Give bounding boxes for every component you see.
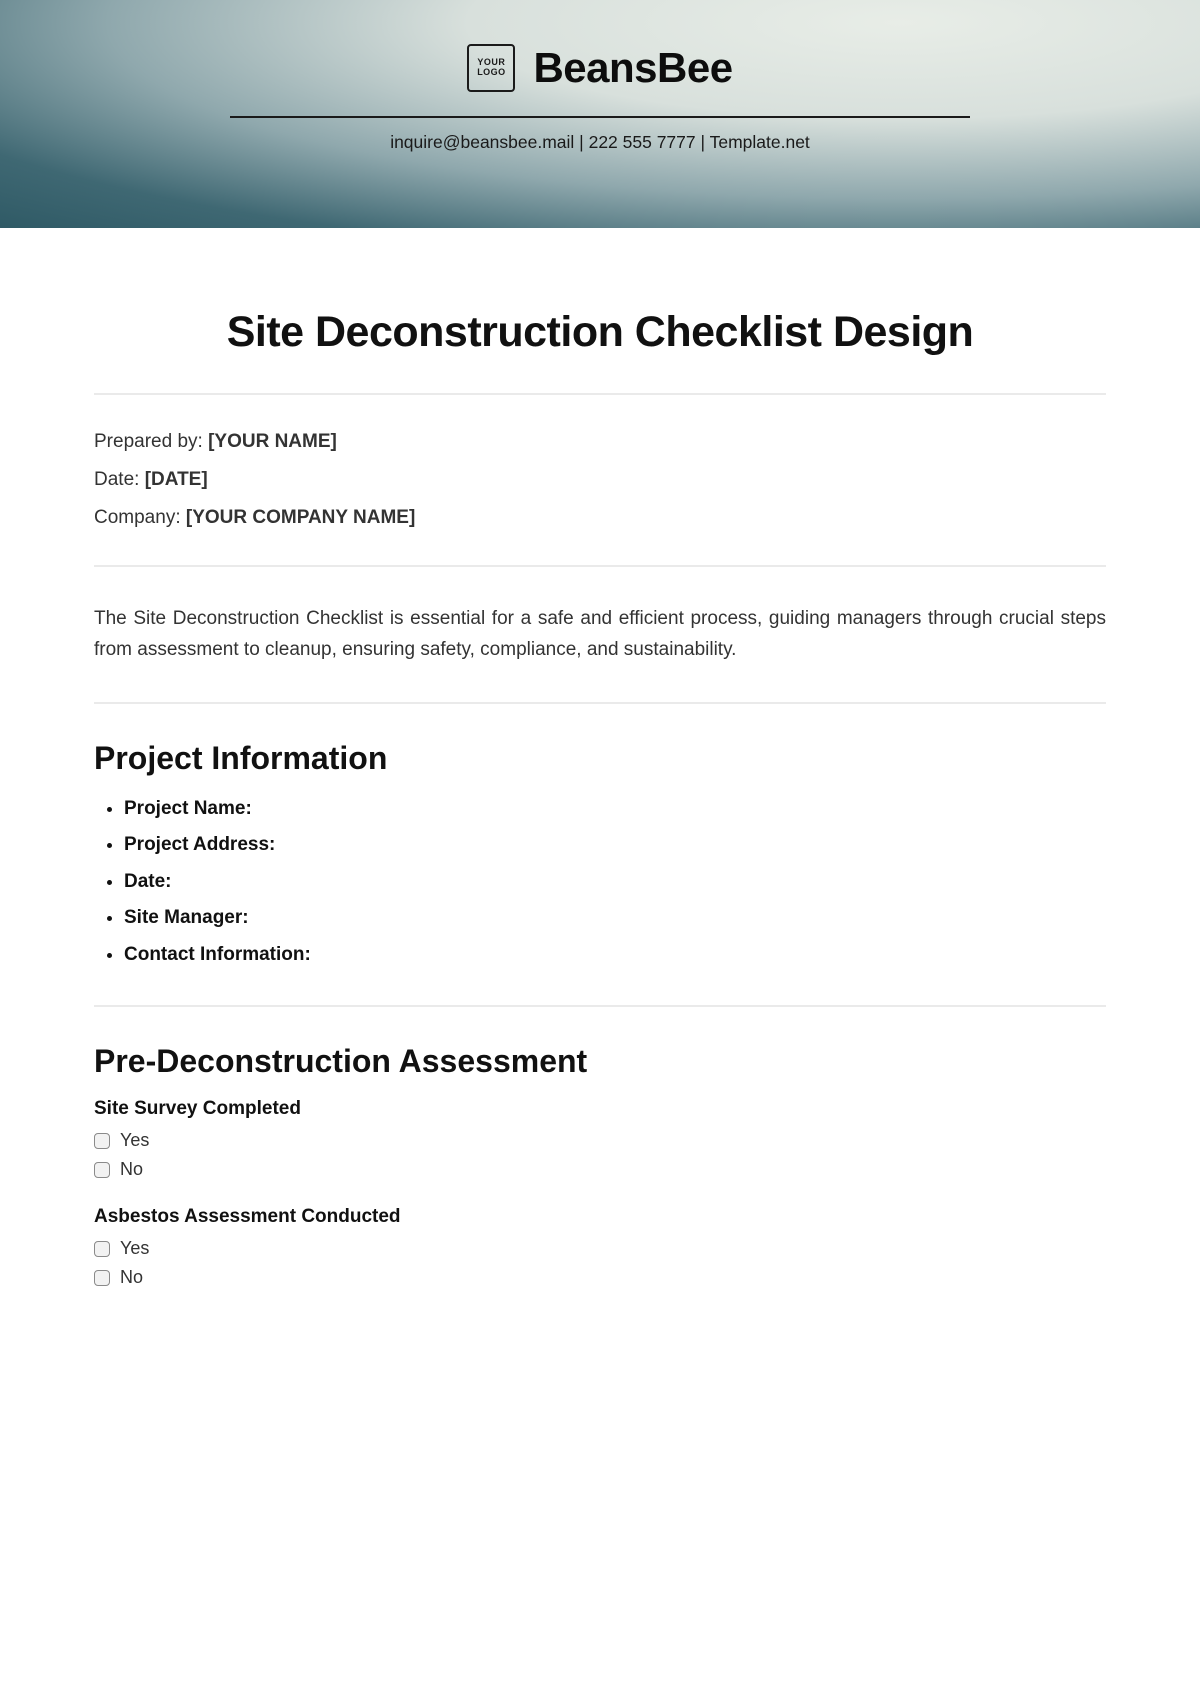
date-value: [DATE] bbox=[145, 469, 208, 490]
check-label: No bbox=[120, 1267, 143, 1288]
intro-paragraph: The Site Deconstruction Checklist is ess… bbox=[94, 603, 1106, 666]
checkbox-icon[interactable] bbox=[94, 1241, 110, 1257]
document-content: Site Deconstruction Checklist Design Pre… bbox=[0, 228, 1200, 1354]
list-item: Project Address: bbox=[124, 831, 1106, 860]
date-label: Date: bbox=[94, 469, 145, 490]
brand-name: BeansBee bbox=[533, 44, 732, 92]
check-row: No bbox=[94, 1159, 1106, 1180]
pre-assessment-heading: Pre-Deconstruction Assessment bbox=[94, 1043, 1106, 1080]
divider bbox=[94, 1005, 1106, 1007]
header-divider bbox=[230, 116, 970, 118]
checkbox-icon[interactable] bbox=[94, 1133, 110, 1149]
prepared-by-label: Prepared by: bbox=[94, 431, 208, 452]
project-info-heading: Project Information bbox=[94, 740, 1106, 777]
logo-line2: LOGO bbox=[477, 68, 506, 78]
prepared-by-line: Prepared by: [YOUR NAME] bbox=[94, 431, 1106, 453]
check-group-site-survey: Site Survey Completed Yes No bbox=[94, 1098, 1106, 1180]
divider bbox=[94, 565, 1106, 567]
checkbox-icon[interactable] bbox=[94, 1270, 110, 1286]
company-label: Company: bbox=[94, 507, 186, 528]
list-item: Site Manager: bbox=[124, 904, 1106, 933]
logo-row: YOUR LOGO BeansBee bbox=[0, 44, 1200, 92]
document-title: Site Deconstruction Checklist Design bbox=[94, 308, 1106, 357]
logo-placeholder: YOUR LOGO bbox=[467, 44, 515, 92]
divider bbox=[94, 393, 1106, 395]
company-value: [YOUR COMPANY NAME] bbox=[186, 507, 415, 528]
header-band: YOUR LOGO BeansBee inquire@beansbee.mail… bbox=[0, 0, 1200, 228]
list-item: Project Name: bbox=[124, 795, 1106, 824]
check-row: No bbox=[94, 1267, 1106, 1288]
check-label: Yes bbox=[120, 1238, 149, 1259]
date-line: Date: [DATE] bbox=[94, 469, 1106, 491]
checkbox-icon[interactable] bbox=[94, 1162, 110, 1178]
check-label: Yes bbox=[120, 1130, 149, 1151]
check-group-asbestos: Asbestos Assessment Conducted Yes No bbox=[94, 1206, 1106, 1288]
check-label: No bbox=[120, 1159, 143, 1180]
check-group-title: Asbestos Assessment Conducted bbox=[94, 1206, 1106, 1228]
check-row: Yes bbox=[94, 1130, 1106, 1151]
divider bbox=[94, 702, 1106, 704]
meta-block: Prepared by: [YOUR NAME] Date: [DATE] Co… bbox=[94, 431, 1106, 529]
prepared-by-value: [YOUR NAME] bbox=[208, 431, 337, 452]
list-item: Date: bbox=[124, 868, 1106, 897]
list-item: Contact Information: bbox=[124, 941, 1106, 970]
contact-line: inquire@beansbee.mail | 222 555 7777 | T… bbox=[0, 132, 1200, 153]
project-info-list: Project Name: Project Address: Date: Sit… bbox=[94, 795, 1106, 970]
check-row: Yes bbox=[94, 1238, 1106, 1259]
company-line: Company: [YOUR COMPANY NAME] bbox=[94, 507, 1106, 529]
check-group-title: Site Survey Completed bbox=[94, 1098, 1106, 1120]
